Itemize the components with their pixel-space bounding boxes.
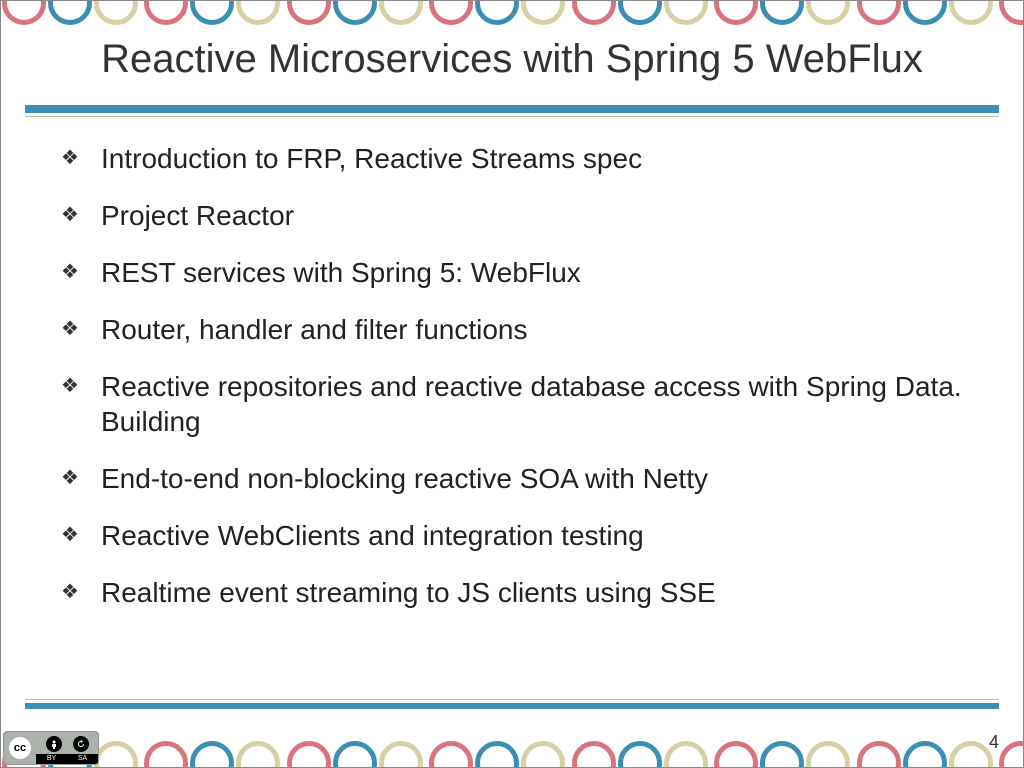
bullet-text: Router, handler and filter functions [85, 312, 527, 347]
sa-label: SA [67, 754, 98, 764]
bullet-text: Introduction to FRP, Reactive Streams sp… [85, 141, 642, 176]
bullet-text: End-to-end non-blocking reactive SOA wit… [85, 461, 708, 496]
sa-icon [73, 736, 89, 752]
content-area: ❖ Introduction to FRP, Reactive Streams … [61, 141, 983, 632]
list-item: ❖ Reactive WebClients and integration te… [61, 518, 983, 553]
slide-frame: Reactive Microservices with Spring 5 Web… [0, 0, 1024, 768]
diamond-bullet-icon: ❖ [61, 461, 85, 495]
title-divider [25, 105, 999, 117]
diamond-bullet-icon: ❖ [61, 141, 85, 175]
bottom-divider [25, 699, 999, 709]
diamond-bullet-icon: ❖ [61, 518, 85, 552]
list-item: ❖ Reactive repositories and reactive dat… [61, 369, 983, 439]
by-icon [46, 736, 62, 752]
diamond-bullet-icon: ❖ [61, 369, 85, 403]
diamond-bullet-icon: ❖ [61, 312, 85, 346]
cc-attribution-section: BY SA [36, 732, 98, 764]
cc-logo-section: cc [4, 732, 36, 764]
diamond-bullet-icon: ❖ [61, 198, 85, 232]
diamond-bullet-icon: ❖ [61, 255, 85, 289]
decorative-bottom-border [1, 713, 1023, 767]
cc-license-badge: cc BY SA [3, 731, 99, 765]
list-item: ❖ Router, handler and filter functions [61, 312, 983, 347]
by-label: BY [36, 754, 67, 764]
bullet-text: REST services with Spring 5: WebFlux [85, 255, 581, 290]
bullet-text: Reactive repositories and reactive datab… [85, 369, 983, 439]
bullet-text: Reactive WebClients and integration test… [85, 518, 644, 553]
bullet-text: Realtime event streaming to JS clients u… [85, 575, 716, 610]
list-item: ❖ Introduction to FRP, Reactive Streams … [61, 141, 983, 176]
slide-title: Reactive Microservices with Spring 5 Web… [1, 37, 1023, 82]
cc-logo-icon: cc [9, 737, 31, 759]
title-area: Reactive Microservices with Spring 5 Web… [1, 37, 1023, 82]
list-item: ❖ End-to-end non-blocking reactive SOA w… [61, 461, 983, 496]
page-number: 4 [989, 732, 999, 753]
list-item: ❖ Realtime event streaming to JS clients… [61, 575, 983, 610]
bullet-text: Project Reactor [85, 198, 294, 233]
diamond-bullet-icon: ❖ [61, 575, 85, 609]
list-item: ❖ REST services with Spring 5: WebFlux [61, 255, 983, 290]
list-item: ❖ Project Reactor [61, 198, 983, 233]
